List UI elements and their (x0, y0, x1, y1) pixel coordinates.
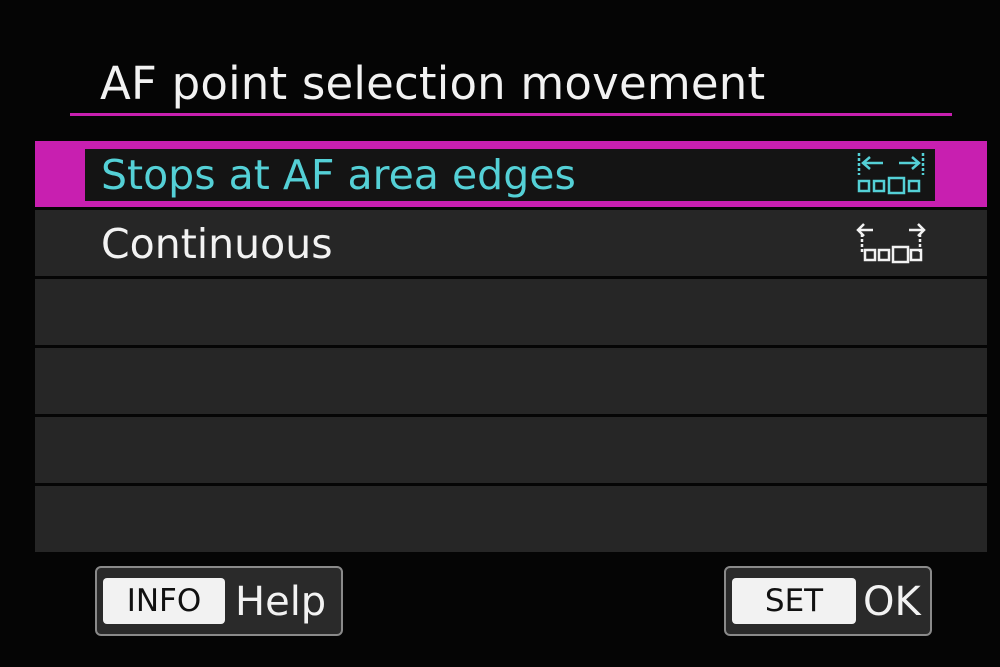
set-ok-button[interactable]: SET OK (724, 566, 932, 636)
empty-row (35, 279, 987, 345)
page-title: AF point selection movement (100, 57, 766, 110)
empty-row (35, 417, 987, 483)
option-label: Stops at AF area edges (101, 151, 576, 199)
info-help-button[interactable]: INFO Help (95, 566, 343, 636)
title-divider (70, 113, 952, 116)
empty-row (35, 348, 987, 414)
option-continuous[interactable]: Continuous (35, 210, 987, 276)
option-label: Continuous (101, 220, 333, 268)
empty-row (35, 486, 987, 552)
option-stops-at-edges[interactable]: Stops at AF area edges (35, 141, 987, 207)
set-key: SET (732, 578, 856, 624)
info-key: INFO (103, 578, 225, 624)
help-label: Help (235, 579, 327, 625)
ok-label: OK (863, 579, 921, 625)
option-list: Stops at AF area edges Continuous (35, 141, 987, 555)
continuous-icon (855, 220, 927, 266)
camera-menu-screen: AF point selection movement Stops at AF … (0, 0, 1000, 667)
stops-at-edges-icon (855, 151, 927, 197)
